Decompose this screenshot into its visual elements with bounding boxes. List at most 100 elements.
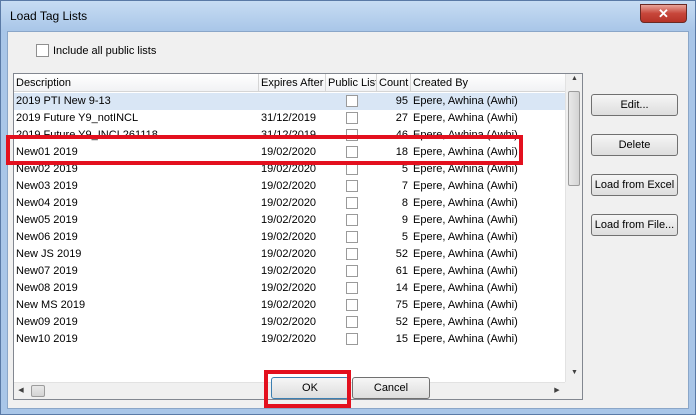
cell-description: New06 2019 — [16, 231, 78, 243]
cell-expires-after: 19/02/2020 — [261, 282, 317, 294]
highlight-box-ok-button — [264, 370, 351, 408]
cell-description: New10 2019 — [16, 333, 78, 345]
highlight-box-selected-row — [6, 135, 523, 165]
table-row[interactable]: New JS 2019 19/02/2020 52 Epere, Awhina (Aw… — [14, 246, 565, 263]
column-header-created-by[interactable]: Created By — [411, 74, 565, 92]
cell-public-list — [326, 331, 376, 348]
cell-expires-after — [259, 93, 325, 110]
public-list-checkbox[interactable] — [346, 231, 358, 243]
public-list-checkbox[interactable] — [346, 197, 358, 209]
cell-count: 27 — [395, 112, 408, 124]
scrollbar-corner — [565, 382, 582, 399]
horizontal-scroll-thumb[interactable] — [31, 385, 45, 397]
cell-count: 14 — [395, 282, 408, 294]
cell-count: 52 — [395, 248, 408, 260]
public-list-checkbox[interactable] — [346, 180, 358, 192]
scroll-up-arrow-icon[interactable]: ▲ — [566, 75, 582, 82]
column-header-expires-after[interactable]: Expires After — [259, 74, 326, 92]
checkbox-box[interactable] — [36, 44, 49, 57]
tag-lists-listview[interactable]: Description Expires After Public List Co… — [13, 73, 583, 400]
cell-expires-after: 19/02/2020 — [261, 231, 317, 243]
scroll-left-arrow-icon[interactable]: ◀ — [14, 386, 28, 394]
table-row[interactable]: New MS 2019 19/02/2020 75 Epere, Awhina (Aw… — [14, 297, 565, 314]
scroll-down-arrow-icon[interactable]: ▼ — [566, 369, 582, 376]
load-from-file-button[interactable]: Load from File... — [591, 214, 678, 236]
load-from-excel-button[interactable]: Load from Excel — [591, 174, 678, 196]
list-rows: 2019 PTI New 9-13 95 Epere, Awhina (Awhi) 2… — [14, 93, 565, 348]
table-row[interactable]: New04 2019 19/02/2020 8 Epere, Awhina (Awhi… — [14, 195, 565, 212]
cell-created-by: Epere, Awhina (Awhi) — [413, 197, 518, 209]
cell-public-list — [326, 110, 376, 127]
cell-description: New03 2019 — [16, 180, 78, 192]
table-row[interactable]: New06 2019 19/02/2020 5 Epere, Awhina (Awhi… — [14, 229, 565, 246]
include-public-lists-checkbox[interactable]: Include all public lists — [36, 44, 156, 58]
load-tag-lists-dialog: Load Tag Lists ✕ Include all public list… — [0, 0, 696, 415]
table-row[interactable]: 2019 PTI New 9-13 95 Epere, Awhina (Awhi) — [14, 93, 565, 110]
cell-count: 61 — [395, 265, 408, 277]
cell-created-by: Epere, Awhina (Awhi) — [413, 112, 518, 124]
table-row[interactable]: New08 2019 19/02/2020 14 Epere, Awhina (Awh… — [14, 280, 565, 297]
table-row[interactable]: 2019 Future Y9_notINCL 31/12/2019 27 Epere,… — [14, 110, 565, 127]
table-row[interactable]: New09 2019 19/02/2020 52 Epere, Awhina (Awh… — [14, 314, 565, 331]
cell-count: 75 — [395, 299, 408, 311]
cell-created-by: Epere, Awhina (Awhi) — [413, 282, 518, 294]
table-row[interactable]: New05 2019 19/02/2020 9 Epere, Awhina (Awhi… — [14, 212, 565, 229]
cell-expires-after: 19/02/2020 — [261, 299, 317, 311]
cell-expires-after: 19/02/2020 — [261, 248, 317, 260]
public-list-checkbox[interactable] — [346, 214, 358, 226]
public-list-checkbox[interactable] — [346, 95, 358, 107]
cell-public-list — [326, 246, 376, 263]
public-list-checkbox[interactable] — [346, 112, 358, 124]
cell-description: New07 2019 — [16, 265, 78, 277]
table-row[interactable]: New07 2019 19/02/2020 61 Epere, Awhina (Awh… — [14, 263, 565, 280]
edit-button[interactable]: Edit... — [591, 94, 678, 116]
cell-public-list — [326, 195, 376, 212]
cancel-button[interactable]: Cancel — [352, 377, 430, 399]
cell-expires-after: 31/12/2019 — [261, 112, 317, 124]
cell-created-by: Epere, Awhina (Awhi) — [413, 299, 518, 311]
column-header-public-list[interactable]: Public List — [326, 74, 377, 92]
cell-public-list — [326, 178, 376, 195]
cell-created-by: Epere, Awhina (Awhi) — [413, 316, 518, 328]
public-list-checkbox[interactable] — [346, 299, 358, 311]
cell-description: New JS 2019 — [16, 248, 82, 260]
cell-public-list — [326, 93, 376, 110]
cell-count: 5 — [401, 231, 408, 243]
cell-description: New05 2019 — [16, 214, 78, 226]
cell-count: 8 — [401, 197, 408, 209]
cell-created-by: Epere, Awhina (Awhi) — [413, 265, 518, 277]
cell-expires-after: 19/02/2020 — [261, 197, 317, 209]
cell-expires-after: 19/02/2020 — [261, 333, 317, 345]
cell-created-by: Epere, Awhina (Awhi) — [413, 231, 518, 243]
cell-description: New04 2019 — [16, 197, 78, 209]
cell-description: 2019 PTI New 9-13 — [16, 95, 111, 107]
cell-created-by: Epere, Awhina (Awhi) — [413, 333, 518, 345]
public-list-checkbox[interactable] — [346, 316, 358, 328]
column-header-description[interactable]: Description — [14, 74, 259, 92]
vertical-scrollbar[interactable]: ▲ ▼ — [565, 74, 582, 382]
cell-count: 95 — [395, 95, 408, 107]
cell-created-by: Epere, Awhina (Awhi) — [413, 95, 518, 107]
delete-button[interactable]: Delete — [591, 134, 678, 156]
title-bar: Load Tag Lists ✕ — [1, 1, 695, 31]
public-list-checkbox[interactable] — [346, 265, 358, 277]
cell-description: New MS 2019 — [16, 299, 86, 311]
table-row[interactable]: New10 2019 19/02/2020 15 Epere, Awhina (Awh… — [14, 331, 565, 348]
public-list-checkbox[interactable] — [346, 333, 358, 345]
cell-public-list — [326, 297, 376, 314]
list-header: Description Expires After Public List Co… — [14, 74, 565, 92]
table-row[interactable]: New03 2019 19/02/2020 7 Epere, Awhina (Awhi… — [14, 178, 565, 195]
close-button[interactable]: ✕ — [640, 4, 687, 23]
cell-expires-after: 19/02/2020 — [261, 316, 317, 328]
public-list-checkbox[interactable] — [346, 248, 358, 260]
vertical-scroll-thumb[interactable] — [568, 91, 580, 186]
cell-expires-after: 19/02/2020 — [261, 180, 317, 192]
scroll-right-arrow-icon[interactable]: ▶ — [550, 386, 564, 394]
cell-count: 52 — [395, 316, 408, 328]
public-list-checkbox[interactable] — [346, 282, 358, 294]
column-header-count[interactable]: Count — [377, 74, 411, 92]
cell-public-list — [326, 263, 376, 280]
window-title: Load Tag Lists — [10, 9, 88, 23]
cell-count: 7 — [401, 180, 408, 192]
cell-description: New09 2019 — [16, 316, 78, 328]
